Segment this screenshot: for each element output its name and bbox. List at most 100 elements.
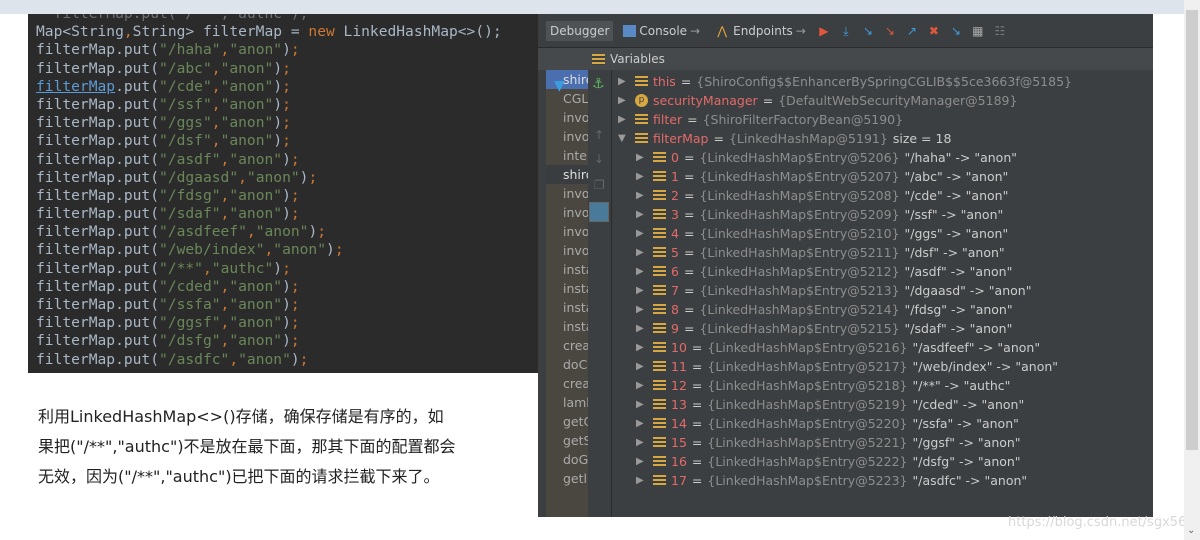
frame-item[interactable]: laml — [546, 393, 588, 412]
variable-value: {DefaultWebSecurityManager@5189} — [778, 93, 1018, 108]
frame-item[interactable]: shiro — [546, 165, 588, 184]
collapse-arrow-icon[interactable]: ▼ — [618, 129, 630, 148]
expand-arrow-icon[interactable]: ▶ — [636, 300, 648, 319]
up-icon[interactable]: ↑ — [594, 128, 604, 142]
map-entry-row[interactable]: ▶ 1 = {LinkedHashMap$Entry@5207} "/abc" -> "… — [636, 167, 1008, 186]
frame-item[interactable]: getS — [546, 431, 588, 450]
expand-arrow-icon[interactable]: ▶ — [636, 433, 648, 452]
page-scrollbar[interactable]: ⌄ — [1184, 0, 1200, 540]
frame-item[interactable]: crea — [546, 336, 588, 355]
map-entry-row[interactable]: ▶ 8 = {LinkedHashMap$Entry@5214} "/fdsg" -> … — [636, 300, 1013, 319]
add-watch-icon[interactable]: ⚓ — [592, 76, 605, 92]
frame-item[interactable]: getl — [546, 469, 588, 488]
map-entry-row[interactable]: ▶ 17 = {LinkedHashMap$Entry@5223} "/asdfc" -… — [636, 471, 1027, 490]
equals: = — [683, 283, 695, 298]
expand-arrow-icon[interactable]: ▶ — [636, 167, 648, 186]
frame-item[interactable]: invo — [546, 203, 588, 222]
frame-item[interactable]: invo — [546, 222, 588, 241]
code-editor[interactable]: filterMap.put("/**","authc"); Map<String… — [28, 14, 538, 373]
expand-arrow-icon[interactable]: ▶ — [618, 91, 630, 110]
frames-list[interactable]: shiroCGLinvoinvointeshiroinvoinvoinvoinv… — [546, 70, 588, 517]
map-entry-row[interactable]: ▶ 5 = {LinkedHashMap$Entry@5211} "/dsf" -> "… — [636, 243, 1005, 262]
frame-item[interactable]: insta — [546, 279, 588, 298]
map-entry-row[interactable]: ▶ 15 = {LinkedHashMap$Entry@5221} "/ggsf" ->… — [636, 433, 1021, 452]
scrollbar-thumb[interactable] — [1186, 10, 1198, 450]
map-entry-row[interactable]: ▶ 9 = {LinkedHashMap$Entry@5215} "/sdaf" -> … — [636, 319, 1012, 338]
expand-arrow-icon[interactable]: ▶ — [636, 338, 648, 357]
copy-icon[interactable]: ❐ — [594, 178, 605, 192]
expand-arrow-icon[interactable]: ▶ — [636, 319, 648, 338]
step-out-icon[interactable]: ↗ — [904, 24, 920, 38]
step-into-icon[interactable]: ↘ — [860, 24, 876, 38]
code-string: " — [229, 277, 239, 295]
expand-arrow-icon[interactable]: ▶ — [636, 243, 648, 262]
evaluate-icon[interactable]: ▦ — [970, 24, 986, 38]
frame-item[interactable]: invo — [546, 241, 588, 260]
drop-frame-icon[interactable]: ✖ — [926, 24, 942, 38]
code-string: " — [238, 350, 247, 368]
show-execution-point-icon[interactable]: ▶ — [816, 24, 832, 38]
down-icon[interactable]: ↓ — [594, 152, 604, 166]
map-entry-row[interactable]: ▶ 14 = {LinkedHashMap$Entry@5220} "/ssfa" ->… — [636, 414, 1019, 433]
scroll-down-icon[interactable]: ⌄ — [1187, 525, 1195, 536]
frame-item[interactable]: doC — [546, 355, 588, 374]
variable-row[interactable]: ▶ filter = {ShiroFilterFactoryBean@5190} — [618, 110, 903, 129]
frame-item[interactable]: invo — [546, 127, 588, 146]
tab-console[interactable]: Console → — [619, 21, 704, 41]
filter-icon[interactable]: ▼ — [554, 78, 565, 94]
frame-item[interactable]: shiro — [546, 70, 588, 89]
expand-arrow-icon[interactable]: ▶ — [636, 186, 648, 205]
expand-arrow-icon[interactable]: ▶ — [636, 281, 648, 300]
expand-arrow-icon[interactable]: ▶ — [636, 357, 648, 376]
expand-arrow-icon[interactable]: ▶ — [636, 148, 648, 167]
map-entry-row[interactable]: ▶ 3 = {LinkedHashMap$Entry@5209} "/ssf" -> "… — [636, 205, 1003, 224]
frame-item[interactable]: CGL — [546, 89, 588, 108]
expand-arrow-icon[interactable]: ▶ — [636, 414, 648, 433]
map-entry-row[interactable]: ▶ 11 = {LinkedHashMap$Entry@5217} "/web/inde… — [636, 357, 1058, 376]
restore-layout-icon[interactable] — [589, 202, 609, 222]
variable-row[interactable]: ▶ p securityManager = {DefaultWebSecurityMan… — [618, 91, 1017, 110]
frame-item[interactable]: invo — [546, 184, 588, 203]
map-entry-row[interactable]: ▶ 10 = {LinkedHashMap$Entry@5216} "/asdfeef"… — [636, 338, 1040, 357]
equals: = — [683, 226, 695, 241]
expand-arrow-icon[interactable]: ▶ — [636, 205, 648, 224]
map-entry-row[interactable]: ▶ 2 = {LinkedHashMap$Entry@5208} "/cde" -> "… — [636, 186, 1008, 205]
frame-item[interactable]: crea — [546, 374, 588, 393]
map-entry-row[interactable]: ▶ 6 = {LinkedHashMap$Entry@5212} "/asdf" -> … — [636, 262, 1012, 281]
code-string: " — [202, 59, 212, 77]
frame-item[interactable]: doG — [546, 450, 588, 469]
frame-item[interactable]: insta — [546, 298, 588, 317]
code-string: " — [273, 296, 283, 313]
step-over-icon[interactable]: ⤓ — [838, 24, 854, 38]
expand-arrow-icon[interactable]: ▶ — [636, 452, 648, 471]
trace-icon[interactable]: ☷ — [992, 24, 1008, 38]
expand-arrow-icon[interactable]: ▶ — [636, 224, 648, 243]
map-entry-row[interactable]: ▶ 13 = {LinkedHashMap$Entry@5219} "/cded" ->… — [636, 395, 1024, 414]
variable-row[interactable]: ▼ filterMap = {LinkedHashMap@5191} size = 1… — [618, 129, 951, 148]
code-string: " — [211, 314, 221, 332]
expand-arrow-icon[interactable]: ▶ — [636, 395, 648, 414]
force-step-into-icon[interactable]: ↘ — [882, 24, 898, 38]
expand-arrow-icon[interactable]: ▶ — [618, 110, 630, 129]
frame-item[interactable]: invo — [546, 108, 588, 127]
tab-debugger[interactable]: Debugger — [546, 20, 614, 41]
tab-endpoints[interactable]: ⋀ Endpoints → — [710, 21, 810, 41]
frame-item[interactable]: insta — [546, 317, 588, 336]
frame-item[interactable]: inte — [546, 146, 588, 165]
map-entry-row[interactable]: ▶ 16 = {LinkedHashMap$Entry@5222} "/dsfg" ->… — [636, 452, 1021, 471]
map-entry-row[interactable]: ▶ 4 = {LinkedHashMap$Entry@5210} "/ggs" -> "… — [636, 224, 1008, 243]
expand-arrow-icon[interactable]: ▶ — [636, 471, 648, 490]
map-entry-row[interactable]: ▶ 7 = {LinkedHashMap$Entry@5213} "/dgaasd" -… — [636, 281, 1031, 300]
expand-arrow-icon[interactable]: ▶ — [618, 72, 630, 91]
expand-arrow-icon[interactable]: ▶ — [636, 376, 648, 395]
equals: = — [683, 188, 695, 203]
variable-row[interactable]: ▶ this = {ShiroConfig$$EnhancerBySpringCGLI… — [618, 72, 1072, 91]
map-entry-row[interactable]: ▶ 12 = {LinkedHashMap$Entry@5218} "/**" -> "… — [636, 376, 1010, 395]
map-entry-row[interactable]: ▶ 0 = {LinkedHashMap$Entry@5206} "/haha" -> … — [636, 148, 1017, 167]
console-icon — [623, 24, 637, 37]
frame-item[interactable]: insta — [546, 260, 588, 279]
run-to-cursor-icon[interactable]: ↘ — [948, 24, 964, 38]
expand-arrow-icon[interactable]: ▶ — [636, 262, 648, 281]
code-comma: , — [246, 223, 256, 241]
frame-item[interactable]: getO — [546, 412, 588, 431]
